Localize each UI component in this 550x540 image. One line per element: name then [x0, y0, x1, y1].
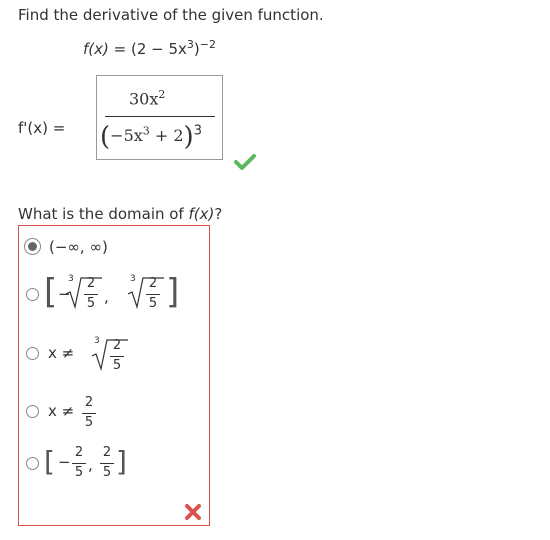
option-c-prefix: x ≠: [48, 344, 75, 362]
den-plus: + 2: [149, 126, 184, 145]
option-b-comma: ,: [104, 288, 109, 306]
option-e-frac-bar-2: [100, 463, 114, 464]
option-e-den-2: 5: [102, 465, 112, 480]
option-e-frac-bar: [72, 463, 86, 464]
function-lhs: f(x) =: [83, 40, 131, 58]
option-b-open-bracket: [: [44, 272, 58, 312]
answer-denominator: (−5x3 + 2)3: [100, 122, 202, 152]
function-outer-exponent: −2: [199, 38, 216, 51]
answer-input-box[interactable]: 30x2 (−5x3 + 2)3: [96, 75, 223, 160]
radio-option-b[interactable]: [26, 288, 39, 301]
den-close-paren: ): [183, 122, 194, 152]
function-expression: f(x) = (2 − 5x3)−2: [83, 38, 216, 58]
den-outer-exponent: 3: [193, 123, 202, 139]
cross-icon: [185, 504, 201, 520]
option-e-num-2: 2: [102, 445, 112, 460]
option-d-prefix: x ≠: [48, 402, 75, 420]
domain-question-fx: f(x): [188, 205, 215, 223]
option-d-frac-bar: [82, 413, 96, 414]
option-c[interactable]: x ≠ 3 2 5: [24, 334, 154, 380]
option-a[interactable]: (−∞, ∞): [24, 238, 184, 258]
option-d[interactable]: x ≠ 2 5: [24, 392, 134, 438]
den-exponent: 3: [142, 124, 150, 138]
answer-fraction-bar: [105, 116, 215, 117]
option-e-num: 2: [74, 445, 84, 460]
option-c-den: 5: [112, 358, 122, 373]
question-prompt: Find the derivative of the given functio…: [18, 6, 324, 24]
domain-question: What is the domain of f(x)?: [18, 205, 222, 223]
function-inner-exponent: 3: [186, 38, 194, 51]
option-e-open-bracket: [: [44, 445, 55, 478]
option-b[interactable]: [ − 3 2 5 , 3 2 5 ]: [24, 268, 204, 324]
function-base: (2 − 5x: [130, 40, 187, 58]
option-e-comma: ,: [88, 456, 93, 474]
den-body: −5x: [110, 126, 143, 145]
option-b-frac-bar: [84, 294, 98, 295]
radio-option-a[interactable]: [24, 238, 41, 255]
option-b-frac-bar-2: [146, 294, 160, 295]
option-e-close-bracket: ]: [116, 445, 127, 478]
option-b-den: 5: [86, 296, 96, 311]
radio-option-d[interactable]: [26, 405, 39, 418]
radio-option-c[interactable]: [26, 347, 39, 360]
check-icon: [234, 154, 256, 170]
domain-question-prefix: What is the domain of: [18, 205, 189, 223]
option-b-close-bracket: ]: [166, 272, 180, 312]
den-open-paren: (: [100, 122, 111, 152]
option-c-num: 2: [112, 338, 122, 353]
option-e-negative: −: [58, 453, 71, 471]
numerator-exponent: 2: [158, 88, 166, 101]
numerator-coef: 30x: [129, 89, 159, 109]
domain-question-suffix: ?: [214, 205, 223, 223]
option-e-den: 5: [74, 465, 84, 480]
answer-numerator: 30x2: [129, 88, 165, 108]
option-c-frac-bar: [110, 356, 124, 357]
option-d-num: 2: [84, 395, 94, 410]
option-b-den-2: 5: [148, 296, 158, 311]
option-b-num-2: 2: [148, 276, 158, 291]
option-b-num: 2: [86, 276, 96, 291]
answer-label: f'(x) =: [18, 119, 66, 137]
option-e[interactable]: [ − 2 5 , 2 5 ]: [24, 440, 164, 488]
option-d-den: 5: [84, 415, 94, 430]
radio-option-e[interactable]: [26, 457, 39, 470]
option-a-label: (−∞, ∞): [49, 238, 108, 256]
